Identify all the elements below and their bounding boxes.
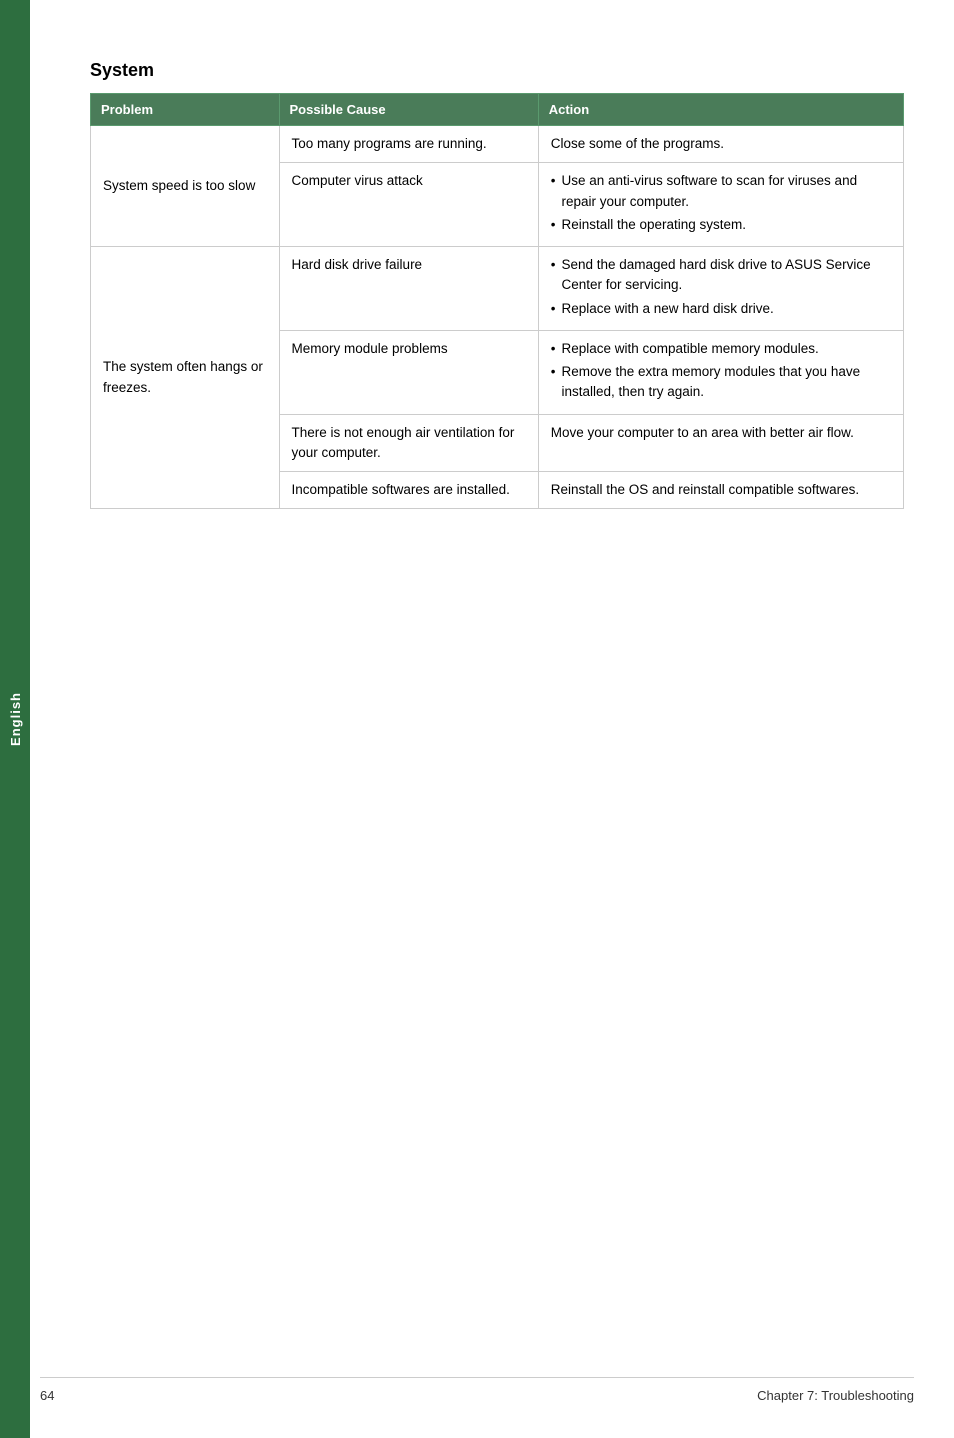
troubleshoot-table: Problem Possible Cause Action System spe… [90,93,904,509]
action-cell: Send the damaged hard disk drive to ASUS… [538,247,903,331]
action-cell: Close some of the programs. [538,126,903,163]
footer-divider [40,1377,914,1378]
header-cause: Possible Cause [279,94,538,126]
section-title: System [90,60,904,81]
action-cell: Use an anti-virus software to scan for v… [538,163,903,247]
action-cell: Reinstall the OS and reinstall compatibl… [538,472,903,509]
problem-cell-2: The system often hangs or freezes. [91,247,280,509]
bullet-item: Replace with a new hard disk drive. [551,299,891,319]
chapter-label: Chapter 7: Troubleshooting [757,1388,914,1403]
table-row: The system often hangs or freezes.Hard d… [91,247,904,331]
main-content: System Problem Possible Cause Action Sys… [40,0,954,589]
bullet-item: Replace with compatible memory modules. [551,339,891,359]
action-cell: Move your computer to an area with bette… [538,414,903,472]
bullet-item: Reinstall the operating system. [551,215,891,235]
action-cell: Replace with compatible memory modules. R… [538,330,903,414]
cause-cell: Incompatible softwares are installed. [279,472,538,509]
bullet-item: Remove the extra memory modules that you… [551,362,891,403]
problem-cell-1: System speed is too slow [91,126,280,247]
bullet-item: Use an anti-virus software to scan for v… [551,171,891,212]
cause-cell: Hard disk drive failure [279,247,538,331]
table-row: System speed is too slowToo many program… [91,126,904,163]
header-problem: Problem [91,94,280,126]
table-header-row: Problem Possible Cause Action [91,94,904,126]
page-number: 64 [40,1388,54,1403]
cause-cell: Too many programs are running. [279,126,538,163]
cause-cell: There is not enough air ventilation for … [279,414,538,472]
sidebar-language-label: English [8,692,23,746]
footer: 64 Chapter 7: Troubleshooting [40,1388,914,1403]
bullet-item: Send the damaged hard disk drive to ASUS… [551,255,891,296]
sidebar: English [0,0,30,1438]
header-action: Action [538,94,903,126]
cause-cell: Memory module problems [279,330,538,414]
cause-cell: Computer virus attack [279,163,538,247]
